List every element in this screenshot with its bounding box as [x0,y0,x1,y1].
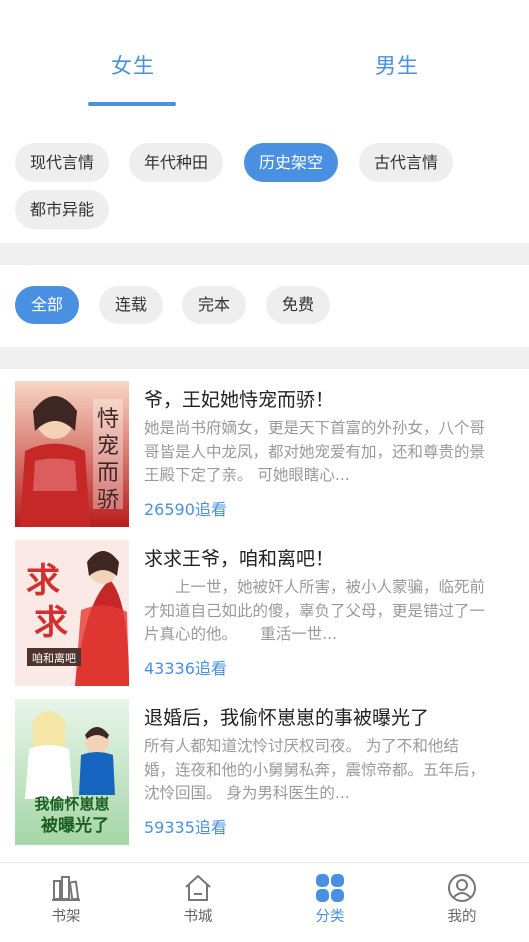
filter-all[interactable]: 全部 [15,286,79,324]
book-cover[interactable]: 恃 宠 而 骄 [15,381,129,527]
nav-label: 分类 [315,909,345,925]
book-list-item[interactable]: 恃 宠 而 骄 爷，王妃她恃宠而骄！ 她是尚书府嫡女，更是天下首富的外孙女，八个… [0,381,529,539]
book-description: 上一世，她被奸人所害，被小人蒙骗，临死前才知道自己如此的傻，辜负了父母，更是错过… [144,578,486,643]
book-list-item[interactable]: 我偷怀崽崽 被曝光了 退婚后，我偷怀崽崽的事被曝光了 所有人都知道沈怜讨厌权司夜… [0,699,529,857]
nav-label: 书城 [183,909,213,925]
svg-text:咱和离吧: 咱和离吧 [32,651,76,665]
profile-icon [448,874,476,902]
section-divider [0,347,529,369]
nav-label: 书架 [51,909,81,925]
filter-ongoing[interactable]: 连载 [99,286,163,324]
active-tab-underline [88,102,176,106]
svg-text:恃: 恃 [97,407,119,432]
filter-completed[interactable]: 完本 [182,286,246,324]
nav-bookshelf[interactable]: 书架 [26,873,106,926]
book-description: 所有人都知道沈怜讨厌权司夜。 为了不和他结婚，连夜和他的小舅舅私奔，震惊帝都。五… [144,737,486,802]
svg-text:求: 求 [26,561,60,601]
nav-label: 我的 [447,909,477,925]
svg-text:而: 而 [97,461,119,486]
gender-tabs: 女生 男生 [0,0,529,130]
category-chip-modern-romance[interactable]: 现代言情 [15,143,110,182]
category-chip-ancient-romance[interactable]: 古代言情 [359,143,454,182]
category-chip-urban-power[interactable]: 都市异能 [15,190,110,229]
book-follow-count: 59335追看 [144,818,227,837]
book-follow-count: 43336追看 [144,659,227,678]
category-chip-era-farming[interactable]: 年代种田 [129,143,224,182]
svg-text:骄: 骄 [97,488,119,513]
book-description: 她是尚书府嫡女，更是天下首富的外孙女，八个哥哥皆是人中龙凤，都对她宠爱有加，还和… [144,419,486,484]
category-grid-icon [316,874,344,902]
book-title[interactable]: 退婚后，我偷怀崽崽的事被曝光了 [144,703,429,730]
section-divider [0,243,529,265]
book-cover[interactable]: 我偷怀崽崽 被曝光了 [15,699,129,845]
nav-profile[interactable]: 我的 [422,873,502,926]
svg-text:宠: 宠 [97,434,119,459]
category-chip-alt-history[interactable]: 历史架空 [244,143,339,182]
home-icon [185,875,211,901]
book-title[interactable]: 爷，王妃她恃宠而骄！ [144,385,334,412]
svg-text:我偷怀崽崽: 我偷怀崽崽 [34,795,109,813]
tab-female[interactable]: 女生 [111,50,155,80]
book-title[interactable]: 求求王爷，咱和离吧！ [144,544,334,571]
svg-text:被曝光了: 被曝光了 [41,815,109,836]
nav-category[interactable]: 分类 [290,873,370,926]
svg-text:求: 求 [34,603,68,643]
book-cover[interactable]: 求 求 咱和离吧 [15,540,129,686]
tab-male[interactable]: 男生 [375,50,419,80]
book-follow-count: 26590追看 [144,500,227,519]
bottom-nav: 书架 书城 分类 我的 [0,862,529,942]
book-list-item[interactable]: 求 求 咱和离吧 求求王爷，咱和离吧！ 上一世，她被奸人所害，被小人蒙骗，临死前… [0,540,529,698]
nav-bookstore[interactable]: 书城 [158,873,238,926]
filter-free[interactable]: 免费 [266,286,330,324]
bookshelf-icon [52,876,80,901]
